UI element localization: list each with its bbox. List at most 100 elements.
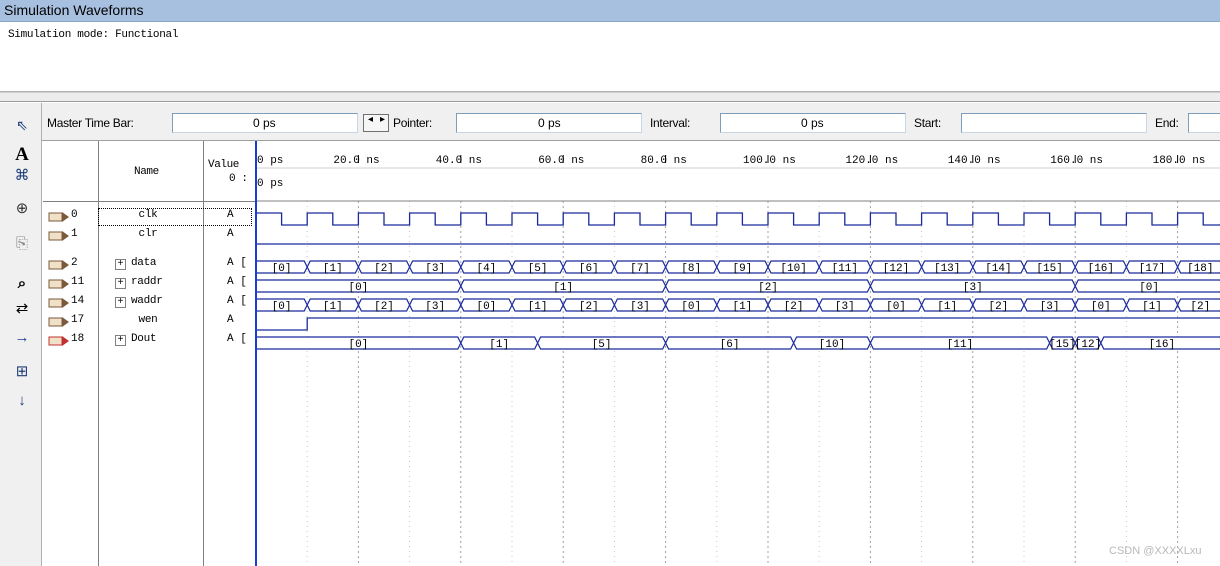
waddr-bus-value: [3] <box>1040 301 1060 313</box>
Dout-bus-value: [10] <box>819 339 845 351</box>
signal-row-waddr[interactable]: 14 + waddr A [ <box>43 294 255 312</box>
Dout-bus-value: [1] <box>489 339 509 351</box>
Dout-bus-value: [16] <box>1149 339 1175 351</box>
grid-icon[interactable]: ⊞ <box>10 361 34 383</box>
data-bus-value: [16] <box>1088 263 1114 275</box>
signal-row-raddr[interactable]: 11 + raddr A [ <box>43 275 255 293</box>
signal-index: 0 <box>71 209 78 221</box>
signal-row-clk[interactable]: 0 clk A <box>43 208 255 226</box>
value-column-time: 0 : <box>229 173 248 185</box>
interval-value: 0 ps <box>801 116 824 130</box>
data-bus-value: [15] <box>1036 263 1062 275</box>
time-tick-label: 160.0 ns <box>1050 155 1103 167</box>
signal-index: 17 <box>71 314 85 326</box>
waddr-bus-value: [1] <box>732 301 752 313</box>
signal-row-data[interactable]: 2 + data A [ <box>43 256 255 274</box>
waveform-editing-tool-icon[interactable]: ⌘ <box>10 165 34 187</box>
data-bus-value: [7] <box>630 263 650 275</box>
prev-transition-icon[interactable]: ◂ <box>368 114 373 125</box>
signal-index: 11 <box>71 276 85 288</box>
time-tick-label: 0 ps <box>257 155 283 167</box>
waveform-tools-palette: ⇖ A ⌘ ⊕ ⎘ ⌕ ⇄ → ⊞ ↓ <box>0 103 42 566</box>
master-time-bar-label: Master Time Bar: <box>47 116 134 130</box>
interval-label: Interval: <box>650 116 690 130</box>
Dout-bus-value: [0] <box>348 339 368 351</box>
data-bus-value: [10] <box>780 263 806 275</box>
expand-bus-icon[interactable]: + <box>115 297 126 308</box>
signal-name: clr <box>138 228 158 240</box>
waddr-bus-value: [1] <box>323 301 343 313</box>
find-icon[interactable]: ⌕ <box>10 273 34 295</box>
time-bar-nav-buttons[interactable]: ◂ ▸ <box>363 114 389 132</box>
data-bus-value: [11] <box>832 263 858 275</box>
next-transition-icon[interactable]: ▸ <box>380 114 385 125</box>
waddr-bus-value: [0] <box>272 301 292 313</box>
data-bus-value: [6] <box>579 263 599 275</box>
simulation-mode-text: Simulation mode: Functional <box>8 29 179 41</box>
data-bus-value: [0] <box>272 263 292 275</box>
waddr-bus-value: [2] <box>579 301 599 313</box>
data-bus-value: [8] <box>681 263 701 275</box>
time-tick-label: 180.0 ns <box>1153 155 1206 167</box>
panel-splitter[interactable] <box>0 92 1220 102</box>
signal-value: A [ <box>227 257 247 269</box>
pointer-value: 0 ps <box>538 116 561 130</box>
expand-bus-icon[interactable]: + <box>115 335 126 346</box>
raddr-bus-value: [2] <box>758 282 778 294</box>
signal-index: 2 <box>71 257 78 269</box>
start-label: Start: <box>914 116 941 130</box>
signal-index: 18 <box>71 333 85 345</box>
time-tick-label: 120.0 ns <box>845 155 898 167</box>
pointer-label: Pointer: <box>393 116 432 130</box>
waddr-bus-value: [2] <box>374 301 394 313</box>
input-pin-icon <box>48 279 69 289</box>
text-tool-icon[interactable]: A <box>10 144 34 166</box>
signal-name: raddr <box>131 276 163 288</box>
replace-icon[interactable]: ⇄ <box>10 298 34 320</box>
sort-icon[interactable]: ↓ <box>10 390 34 412</box>
time-tick-label: 20.0 ns <box>333 155 379 167</box>
waddr-bus-value: [0] <box>476 301 496 313</box>
signal-name: data <box>131 257 157 269</box>
waveform-panel[interactable]: 0 ps 20.0 ns 40.0 ns 60.0 ns 80.0 ns 100.0 ns… <box>255 141 1220 566</box>
signal-value: A [ <box>227 295 247 307</box>
selection-tool-icon[interactable]: ⇖ <box>10 114 34 136</box>
input-pin-icon <box>48 298 69 308</box>
arrow-right-icon[interactable]: → <box>10 327 34 349</box>
output-pin-icon <box>48 336 69 346</box>
raddr-bus-value: [1] <box>553 282 573 294</box>
end-field[interactable] <box>1188 113 1220 133</box>
data-bus-value: [14] <box>985 263 1011 275</box>
waddr-bus-value: [0] <box>886 301 906 313</box>
expand-bus-icon[interactable]: + <box>115 259 126 270</box>
data-bus-value: [12] <box>883 263 909 275</box>
data-bus-value: [3] <box>425 263 445 275</box>
copy-icon[interactable]: ⎘ <box>10 233 34 255</box>
expand-bus-icon[interactable]: + <box>115 278 126 289</box>
signal-name: waddr <box>131 295 163 307</box>
zoom-tool-icon[interactable]: ⊕ <box>10 198 34 220</box>
signal-row-clr[interactable]: 1 clr A <box>43 227 255 245</box>
signal-row-dout[interactable]: 18 + Dout A [ <box>43 332 255 350</box>
end-label: End: <box>1155 116 1179 130</box>
waddr-bus-value: [1] <box>528 301 548 313</box>
signal-row-wen[interactable]: 17 wen A <box>43 313 255 331</box>
time-tick-label: 100.0 ns <box>743 155 796 167</box>
time-tick-label: 80.0 ns <box>641 155 687 167</box>
input-pin-icon <box>48 231 69 241</box>
raddr-bus-value: [0] <box>348 282 368 294</box>
waveform-canvas[interactable]: 0 ps 20.0 ns 40.0 ns 60.0 ns 80.0 ns 100.0 ns… <box>255 141 1220 566</box>
signal-name: Dout <box>131 333 157 345</box>
signal-index: 14 <box>71 295 85 307</box>
time-bar-toolbar: Master Time Bar: 0 ps ◂ ▸ Pointer: 0 ps … <box>0 103 1220 141</box>
time-tick-label: 40.0 ns <box>436 155 482 167</box>
waddr-bus-value: [0] <box>1091 301 1111 313</box>
signal-value: A <box>227 314 234 326</box>
window-title-bar: Simulation Waveforms <box>0 0 1220 22</box>
time-tick-label: 60.0 ns <box>538 155 584 167</box>
start-field[interactable] <box>961 113 1147 133</box>
data-bus-value: [4] <box>476 263 496 275</box>
header-divider <box>43 201 255 202</box>
column-divider <box>203 141 204 566</box>
waddr-bus-value: [2] <box>784 301 804 313</box>
